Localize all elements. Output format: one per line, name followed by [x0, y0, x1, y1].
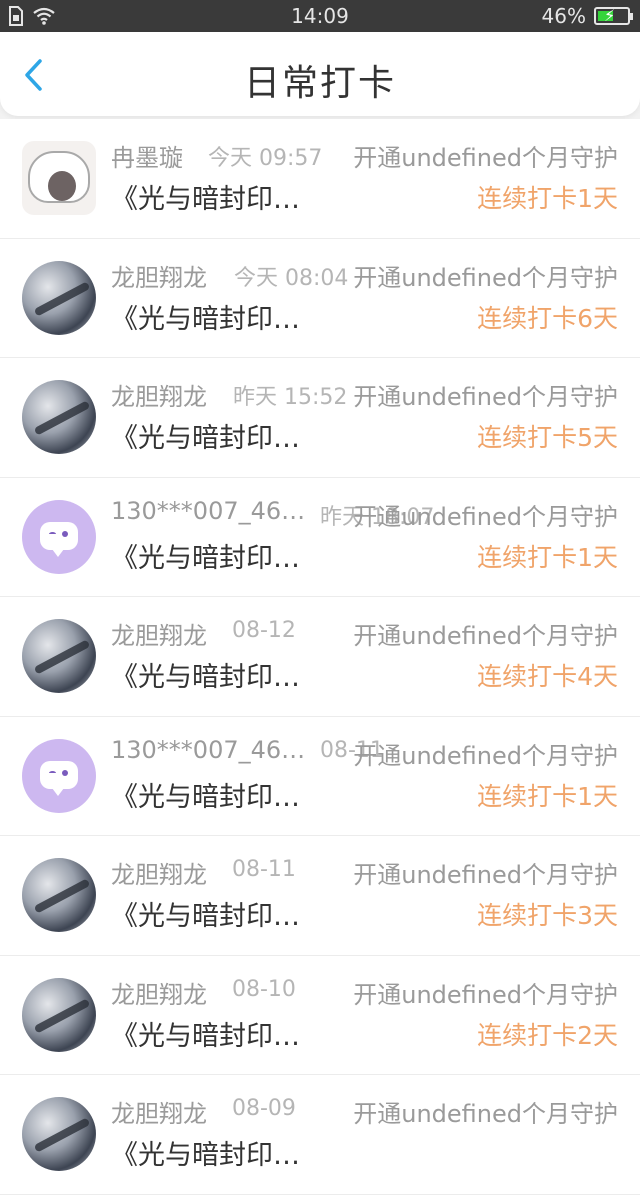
- list-item[interactable]: 龙胆翔龙 今天 08:04 开通undefined个月守护《光与暗封印… 连续打卡6天: [0, 238, 640, 358]
- book-title[interactable]: 《光与暗封印…: [111, 1014, 300, 1053]
- book-title[interactable]: 《光与暗封印…: [111, 894, 300, 933]
- streak-count: 连续打卡2天: [477, 1020, 618, 1050]
- checkin-time: 08-10: [232, 976, 296, 1002]
- list-item[interactable]: 龙胆翔龙 昨天 15:52 开通undefined个月守护《光与暗封印… 连续打卡5天: [0, 358, 640, 478]
- subscription-status: 开通undefined个月守护: [353, 263, 618, 292]
- bolt-icon: ⚡: [604, 6, 616, 25]
- avatar[interactable]: [22, 738, 96, 813]
- battery-charging-icon: ⚡: [594, 6, 633, 25]
- streak-count: 连续打卡5天: [477, 423, 618, 452]
- streak-count: 连续打卡1天: [477, 781, 618, 811]
- avatar[interactable]: [22, 380, 96, 454]
- book-title[interactable]: 《光与暗封印…: [111, 536, 300, 575]
- checkin-time: 昨天 15:52: [233, 385, 348, 410]
- user-name: 龙胆翔龙: [111, 383, 207, 411]
- streak-count: 连续打卡4天: [477, 662, 618, 691]
- subscription-status: 开通undefined个月守护: [353, 980, 618, 1009]
- list-item[interactable]: 冉墨璇 今天 09:57 开通undefined个月守护《光与暗封印… 连续打卡1天: [0, 119, 640, 239]
- avatar[interactable]: [22, 260, 96, 335]
- book-title[interactable]: 《光与暗封印…: [111, 297, 300, 336]
- subscription-status: 开通undefined个月守护: [353, 1100, 618, 1128]
- streak-count: 连续打卡3天: [477, 901, 618, 930]
- subscription-status: 开通undefined个月守护: [353, 861, 618, 889]
- avatar[interactable]: [22, 619, 96, 693]
- user-name: 龙胆翔龙: [111, 861, 207, 889]
- streak-count: 连续打卡6天: [477, 303, 618, 333]
- streak-count: 连续打卡1天: [477, 542, 618, 572]
- checkin-list: 冉墨璇 今天 09:57 开通undefined个月守护 《光与暗封印… 连续打卡1天龙…: [0, 119, 640, 1195]
- checkin-time: 今天 08:04: [234, 265, 349, 291]
- user-name: 龙胆翔龙: [111, 980, 207, 1009]
- status-right: 46% ⚡: [541, 4, 633, 28]
- user-name: 龙胆翔龙: [111, 622, 207, 650]
- book-title[interactable]: 《光与暗封印…: [111, 775, 300, 814]
- status-bar: 14:09 46% ⚡: [0, 0, 640, 32]
- nav-header: 日常打卡: [0, 32, 640, 116]
- user-name: 130***007_46…: [111, 735, 306, 764]
- subscription-status: 开通undefined个月守护: [353, 383, 618, 411]
- subscription-status: 开通undefined个月守护: [353, 144, 618, 172]
- book-title[interactable]: 《光与暗封印…: [111, 416, 300, 455]
- checkin-time: 08-11: [232, 857, 296, 882]
- battery-percent: 46%: [541, 4, 586, 28]
- book-title[interactable]: 《光与暗封印…: [111, 177, 300, 216]
- streak-count: 连续打卡1天: [477, 184, 618, 213]
- book-title[interactable]: 《光与暗封印…: [111, 655, 300, 694]
- user-name: 130***007_46…: [111, 496, 306, 525]
- user-name: 龙胆翔龙: [111, 1100, 207, 1128]
- avatar[interactable]: [22, 977, 96, 1052]
- list-item[interactable]: 130***007_46… 昨天 18:07 开通undefined个月守护 《光与暗…: [0, 477, 640, 597]
- checkin-time: 08-12: [232, 618, 296, 643]
- user-name: 冉墨璇: [111, 144, 183, 172]
- checkin-time: 08-09: [232, 1096, 296, 1121]
- avatar[interactable]: [22, 858, 96, 932]
- subscription-status: 开通undefined个月守护: [353, 622, 618, 650]
- list-item[interactable]: 龙胆翔龙 08-09 开通undefined个月守护《光与暗封印…: [0, 1075, 640, 1195]
- list-item[interactable]: 130***007_46… 08-11 开通undefined个月守护 《光与暗封印……: [0, 716, 640, 836]
- user-name: 龙胆翔龙: [111, 263, 207, 292]
- subscription-status: 开通undefined个月守护: [353, 502, 618, 531]
- book-title[interactable]: 《光与暗封印…: [111, 1133, 300, 1172]
- list-item[interactable]: 龙胆翔龙 08-10 开通undefined个月守护《光与暗封印… 连续打卡2天: [0, 955, 640, 1075]
- subscription-status: 开通undefined个月守护: [353, 741, 618, 770]
- list-item[interactable]: 龙胆翔龙 08-11 开通undefined个月守护《光与暗封印… 连续打卡3天: [0, 836, 640, 956]
- avatar[interactable]: [22, 141, 96, 215]
- page-title: 日常打卡: [243, 63, 396, 104]
- list-item[interactable]: 龙胆翔龙 08-12 开通undefined个月守护《光与暗封印… 连续打卡4天: [0, 597, 640, 717]
- avatar[interactable]: [22, 499, 96, 574]
- avatar[interactable]: [22, 1097, 96, 1171]
- checkin-time: 今天 09:57: [208, 146, 323, 171]
